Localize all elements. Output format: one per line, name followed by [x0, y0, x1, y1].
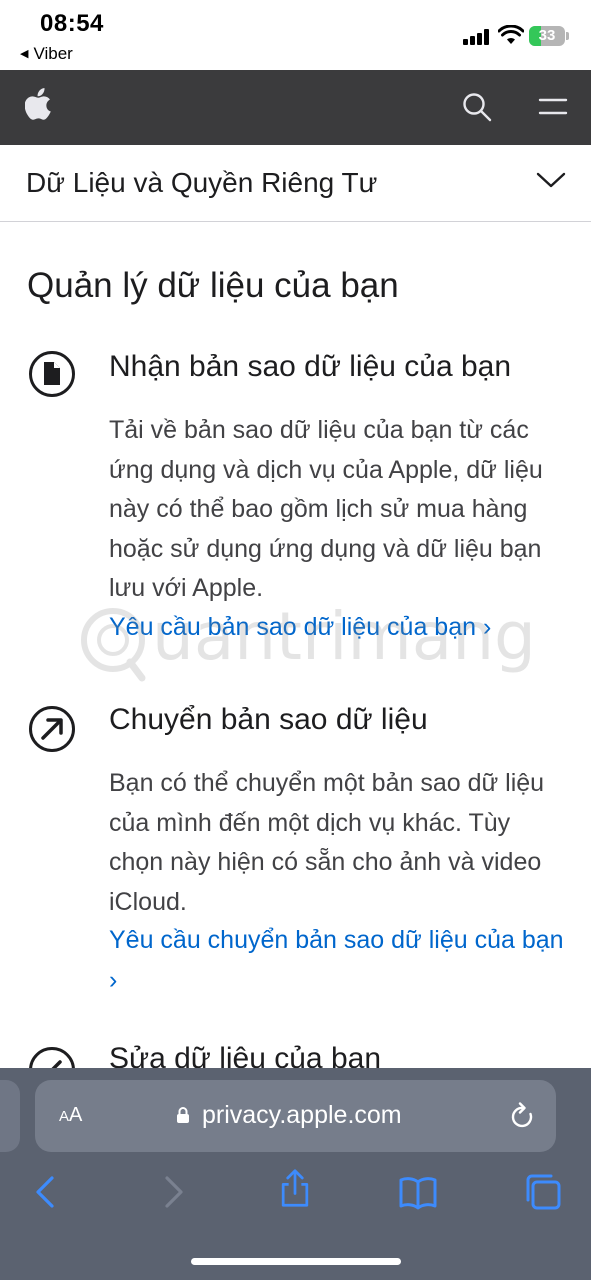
status-bar: 08:54 ◀ Viber 33 [0, 0, 591, 70]
item-heading-transfer-copy: Chuyển bản sao dữ liệu [109, 703, 428, 736]
cellular-signal-icon [463, 29, 491, 45]
item-body-get-copy: Tải về bản sao dữ liệu của bạn từ các ứn… [109, 416, 543, 602]
document-icon [29, 351, 75, 397]
reload-icon[interactable] [509, 1102, 535, 1130]
forward-icon[interactable] [153, 1172, 193, 1212]
bookmarks-icon[interactable] [398, 1172, 438, 1212]
battery-level: 33 [538, 27, 556, 44]
page-settings-button[interactable]: AA [59, 1104, 82, 1127]
menu-icon[interactable] [538, 96, 568, 118]
item-heading-get-copy: Nhận bản sao dữ liệu của bạn [109, 350, 512, 383]
back-to-app-link[interactable]: ◀ Viber [20, 44, 73, 64]
search-icon[interactable] [462, 92, 492, 122]
chevron-down-icon[interactable] [536, 170, 566, 190]
address-bar[interactable]: AA privacy.apple.com [35, 1080, 556, 1152]
back-triangle-icon: ◀ [20, 48, 29, 60]
back-icon[interactable] [26, 1172, 66, 1212]
tabs-icon[interactable] [523, 1172, 563, 1212]
battery-icon: 33 [529, 26, 569, 46]
url-text[interactable]: privacy.apple.com [202, 1101, 402, 1130]
previous-tab-peek[interactable] [0, 1080, 20, 1152]
arrow-up-right-icon [29, 706, 75, 752]
share-icon[interactable] [275, 1168, 315, 1208]
safari-bottom-bar: AA privacy.apple.com [0, 1068, 591, 1280]
request-transfer-link[interactable]: Yêu cầu chuyển bản sao dữ liệu của bạn › [109, 921, 569, 1000]
request-copy-link[interactable]: Yêu cầu bản sao dữ liệu của bạn › [109, 608, 569, 648]
back-app-label: Viber [33, 44, 73, 63]
home-indicator [191, 1258, 401, 1265]
lock-icon [177, 1107, 189, 1123]
apple-logo-icon[interactable] [25, 87, 53, 121]
section-title: Dữ Liệu và Quyền Riêng Tư [26, 167, 378, 198]
section-header-dropdown[interactable]: Dữ Liệu và Quyền Riêng Tư [0, 145, 591, 222]
apple-global-nav [0, 70, 591, 145]
status-time: 08:54 [40, 10, 104, 37]
page-title: Quản lý dữ liệu của bạn [27, 266, 399, 305]
wifi-icon [498, 25, 524, 44]
item-body-transfer-copy: Bạn có thể chuyển một bản sao dữ liệu củ… [109, 769, 545, 916]
